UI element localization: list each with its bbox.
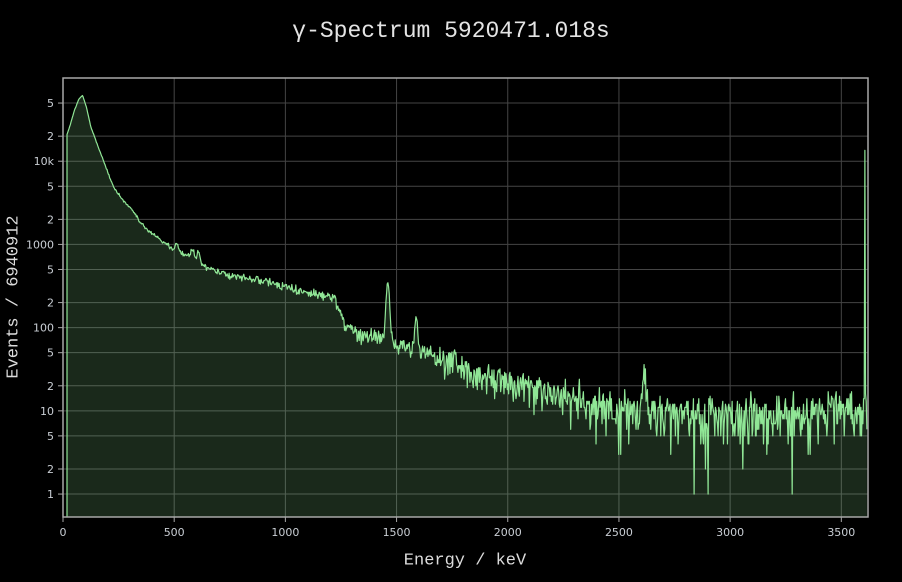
y-tick-label: 10k [34, 155, 55, 168]
y-tick-label: 5 [47, 347, 54, 360]
x-tick-label: 3000 [716, 526, 744, 539]
y-tick-label: 5 [47, 97, 54, 110]
y-tick-label: 2 [47, 463, 54, 476]
y-tick-label: 5 [47, 263, 54, 276]
x-tick-label: 3500 [827, 526, 855, 539]
spectrum-chart[interactable]: 1 2 5 10 2 5 100 2 5 1000 2 5 10k 2 5 0 500 1000 1500 2000 2… [0, 0, 902, 582]
y-tick-label: 1 [47, 488, 54, 501]
y-tick-label: 100 [33, 322, 54, 335]
y-tick-label: 2 [47, 130, 54, 143]
y-tick-label: 5 [47, 430, 54, 443]
x-tick-label: 1000 [271, 526, 299, 539]
y-tick-label: 5 [47, 180, 54, 193]
y-tick-label: 2 [47, 297, 54, 310]
x-tick-label: 2500 [605, 526, 633, 539]
spectrum-app-window: γ-Spectrum 5920471.018s 1 2 5 10 2 5 100 2 5 1000… [0, 0, 902, 582]
x-tick-label: 1500 [383, 526, 411, 539]
y-tick-label: 2 [47, 380, 54, 393]
y-tick-label: 1000 [26, 238, 54, 251]
y-tick-label: 10 [40, 405, 54, 418]
x-tick-label: 500 [164, 526, 185, 539]
x-tick-label: 0 [60, 526, 67, 539]
x-axis-title: Energy / keV [404, 552, 526, 571]
x-tick-label: 2000 [494, 526, 522, 539]
y-tick-label: 2 [47, 213, 54, 226]
spectrum-area-fill [67, 96, 867, 517]
chart-title: γ-Spectrum 5920471.018s [292, 18, 609, 44]
y-axis-title: Events / 6940912 [5, 215, 24, 378]
